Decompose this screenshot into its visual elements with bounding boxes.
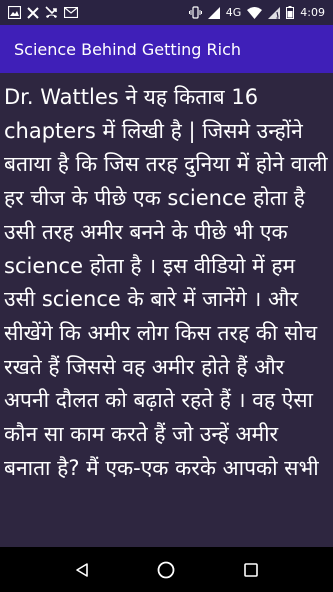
- app-bar: Science Behind Getting Rich: [0, 25, 333, 73]
- signal-icon: [207, 6, 220, 19]
- close-notification-icon: [27, 6, 39, 19]
- back-button[interactable]: [62, 550, 102, 590]
- status-right: 4G 4:09: [188, 6, 325, 19]
- app-title: Science Behind Getting Rich: [14, 39, 242, 59]
- gmail-icon: [64, 7, 78, 18]
- article-text: Dr. Wattles ने यह किताब 16 chapters में …: [4, 85, 328, 480]
- cell-signal-icon: [268, 6, 281, 19]
- image-notification-icon: [8, 6, 21, 19]
- back-icon: [76, 562, 88, 577]
- network-type-label: 4G: [225, 6, 242, 19]
- recents-button[interactable]: [231, 550, 271, 590]
- vibrate-icon: [188, 6, 202, 19]
- status-time: 4:09: [300, 6, 325, 19]
- navigation-bar: [0, 547, 333, 592]
- content-scroll-area[interactable]: Dr. Wattles ने यह किताब 16 chapters में …: [0, 73, 333, 547]
- status-bar: 4G 4:09: [0, 0, 333, 25]
- wifi-icon: [247, 6, 263, 19]
- home-icon: [158, 561, 175, 578]
- missed-call-icon: [45, 6, 57, 18]
- status-left: [8, 6, 78, 19]
- recents-icon: [244, 562, 258, 577]
- home-button[interactable]: [146, 550, 186, 590]
- battery-icon: [286, 6, 295, 19]
